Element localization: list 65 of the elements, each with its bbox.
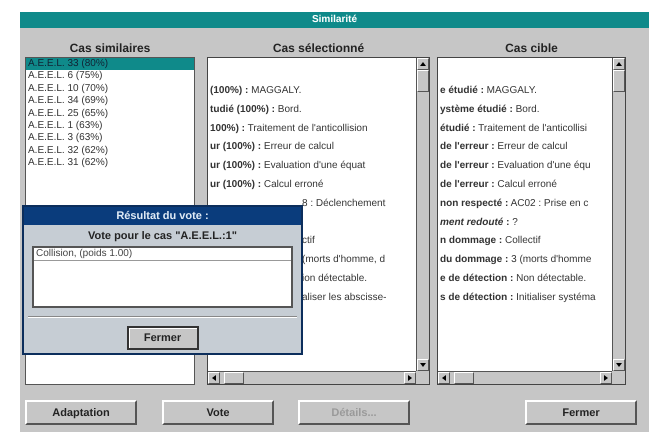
scroll-thumb[interactable] xyxy=(454,372,474,384)
scroll-thumb[interactable] xyxy=(613,70,625,92)
vertical-scrollbar[interactable] xyxy=(416,58,429,371)
text-line: (100%) : MAGGALY. xyxy=(210,85,302,96)
up-arrow-icon xyxy=(420,62,426,66)
list-item[interactable]: A.E.E.L. 6 (75%) xyxy=(26,70,194,83)
list-item[interactable]: Collision, (poids 1.00) xyxy=(34,248,291,261)
down-arrow-icon xyxy=(420,363,426,367)
close-button[interactable]: Fermer xyxy=(126,326,198,350)
down-arrow-icon xyxy=(616,363,622,367)
text-line: ment redouté : ? xyxy=(440,216,518,228)
text-line: du dommage : 3 (morts d'homme xyxy=(440,254,592,266)
up-arrow-icon xyxy=(616,62,622,66)
horizontal-scrollbar[interactable] xyxy=(208,371,416,384)
right-arrow-icon xyxy=(408,375,412,381)
right-arrow-icon xyxy=(604,375,608,381)
horizontal-scrollbar[interactable] xyxy=(438,371,612,384)
column-heading: Cas similaires xyxy=(68,41,152,57)
text-line: non respecté : AC02 : Prise en c xyxy=(440,198,588,209)
scroll-right-button[interactable] xyxy=(600,372,612,384)
list-item[interactable]: A.E.E.L. 1 (63%) xyxy=(26,120,194,132)
dialog-title: Résultat du vote : xyxy=(24,207,301,225)
text-line: tudié (100%) : Bord. xyxy=(210,104,302,115)
text-line: de l'erreur : Calcul erroné xyxy=(440,178,557,190)
dialog-button[interactable]: Adaptation xyxy=(25,400,137,425)
scroll-down-button[interactable] xyxy=(417,359,429,371)
list-item[interactable]: A.E.E.L. 32 (62%) xyxy=(26,144,194,158)
text-line: étudié : Traitement de l'anticollisi xyxy=(440,122,587,134)
text-line: 8 : Déclenchement xyxy=(302,198,386,209)
text-line: ur (100%) : Calcul erroné xyxy=(210,178,324,190)
scroll-right-button[interactable] xyxy=(404,372,416,384)
scroll-thumb[interactable] xyxy=(224,372,244,384)
text-line: ur (100%) : Evaluation d'une équat xyxy=(210,160,366,172)
list-item[interactable]: A.E.E.L. 34 (69%) xyxy=(26,95,194,108)
text-line: de l'erreur : Evaluation d'une équ xyxy=(440,160,590,172)
list-item[interactable]: A.E.E.L. 25 (65%) xyxy=(26,108,194,120)
window-title: Similarité xyxy=(20,12,649,28)
scroll-up-button[interactable] xyxy=(417,58,429,70)
list-item[interactable]: A.E.E.L. 31 (62%) xyxy=(26,157,194,170)
dialog-button[interactable]: Fermer xyxy=(525,400,637,425)
column-heading: Cas sélectionné xyxy=(272,41,366,57)
text-line: s de détection : Initialiser systéma xyxy=(440,292,596,303)
left-arrow-icon xyxy=(442,375,446,381)
list-item[interactable]: A.E.E.L. 33 (80%) xyxy=(26,58,194,70)
list-item[interactable]: A.E.E.L. 10 (70%) xyxy=(26,82,194,96)
text-line: e étudié : MAGGALY. xyxy=(440,85,537,96)
text-line: (morts d'homme, d xyxy=(302,254,386,266)
left-arrow-icon xyxy=(212,375,216,381)
text-line: ystème étudié : Bord. xyxy=(440,104,540,115)
list-item[interactable]: A.E.E.L. 3 (63%) xyxy=(26,132,194,145)
scroll-left-button[interactable] xyxy=(208,372,220,384)
text-line: ur (100%) : Erreur de calcul xyxy=(210,141,334,152)
scroll-thumb[interactable] xyxy=(417,70,429,92)
text-line: de l'erreur : Erreur de calcul xyxy=(440,141,568,152)
text-line: aliser les abscisse- xyxy=(302,292,386,303)
dialog-button[interactable]: Vote xyxy=(162,400,274,425)
dialog-heading: Vote pour le cas "A.E.E.L.:1" xyxy=(87,229,238,244)
scroll-left-button[interactable] xyxy=(438,372,450,384)
column-heading: Cas cible xyxy=(504,41,559,57)
vertical-scrollbar[interactable] xyxy=(612,58,625,371)
scroll-down-button[interactable] xyxy=(613,359,625,371)
text-line: 100%) : Traitement de l'anticollision xyxy=(210,122,368,134)
text-line: n dommage : Collectif xyxy=(440,235,541,246)
scroll-up-button[interactable] xyxy=(613,58,625,70)
text-line: e de détection : Non détectable. xyxy=(440,272,586,284)
